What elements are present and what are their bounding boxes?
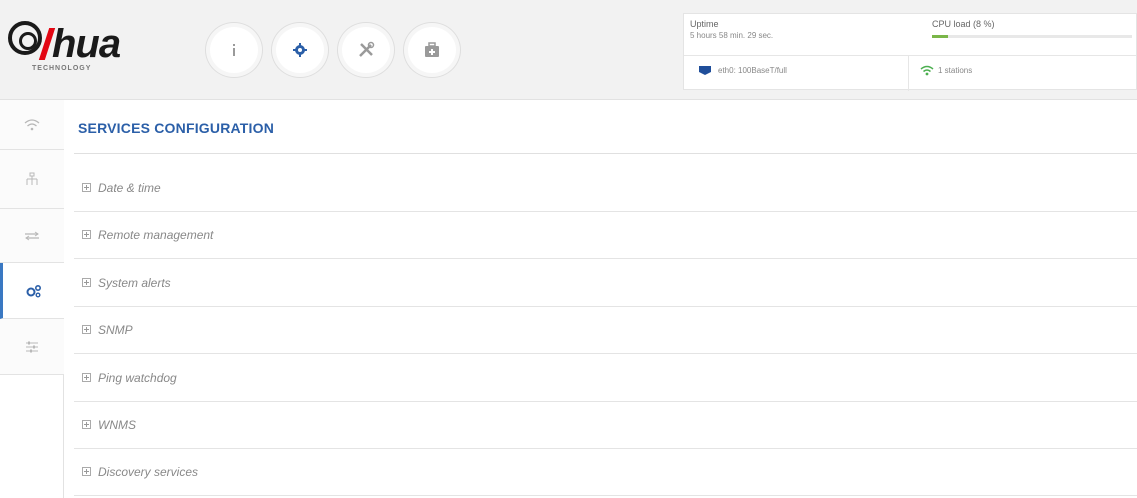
cpu-load-bar (932, 35, 1132, 38)
brand-logo[interactable]: hua TECHNOLOGY (8, 20, 148, 80)
gear-icon (293, 43, 307, 57)
page-title: SERVICES CONFIGURATION (78, 120, 275, 136)
wireless-status: 1 stations (920, 65, 972, 76)
uptime-block: Uptime 5 hours 58 min. 29 sec. (690, 19, 773, 40)
section-ping-watchdog[interactable]: Ping watchdog (74, 354, 1137, 402)
status-vertical-divider (908, 55, 909, 91)
title-divider (74, 153, 1137, 154)
routing-icon (25, 231, 39, 240)
logo-subtitle: TECHNOLOGY (32, 65, 92, 72)
section-wnms[interactable]: WNMS (74, 401, 1137, 449)
section-label: Discovery services (98, 464, 199, 479)
expand-icon (82, 467, 91, 476)
expand-icon (82, 183, 91, 192)
expand-icon (82, 230, 91, 239)
logo-wordmark: hua (8, 20, 121, 68)
tools-icon (359, 41, 375, 57)
section-system-alerts[interactable]: System alerts (74, 259, 1137, 307)
wifi-icon (920, 65, 934, 76)
section-remote-management[interactable]: Remote management (74, 211, 1137, 259)
section-label: Ping watchdog (98, 370, 177, 385)
uptime-label: Uptime (690, 19, 719, 29)
section-label: SNMP (98, 322, 133, 337)
cpu-load-bar-fill (932, 35, 948, 38)
info-nav-button[interactable] (205, 22, 263, 78)
status-panel: Uptime 5 hours 58 min. 29 sec. CPU load … (683, 13, 1137, 91)
main-content: SERVICES CONFIGURATION Date & time Remot… (64, 100, 1137, 498)
tools-nav-button[interactable] (337, 22, 395, 78)
section-label: Date & time (98, 180, 161, 195)
section-label: Remote management (98, 227, 214, 242)
toolbox-icon (425, 42, 439, 57)
expand-icon (82, 325, 91, 334)
section-snmp[interactable]: SNMP (74, 306, 1137, 354)
section-label: System alerts (98, 275, 171, 290)
system-icon (26, 341, 38, 352)
ethernet-status: eth0: 100BaseT/full (698, 65, 787, 76)
main-nav (205, 22, 461, 78)
network-icon (26, 172, 38, 185)
top-header: hua TECHNOLOGY Uptime 5 hours 58 min. 29… (0, 0, 1137, 100)
section-label: WNMS (98, 417, 136, 432)
sidebar-item-services[interactable] (0, 263, 64, 319)
info-icon (233, 44, 235, 56)
left-sidebar (0, 100, 64, 498)
expand-icon (82, 420, 91, 429)
ethernet-icon (699, 66, 711, 75)
services-icon (26, 284, 41, 297)
cpu-block: CPU load (8 %) (932, 19, 1132, 38)
sidebar-item-wireless[interactable] (0, 100, 64, 150)
expand-icon (82, 278, 91, 287)
sidebar-item-routing[interactable] (0, 209, 64, 263)
section-date-time[interactable]: Date & time (74, 164, 1137, 212)
cpu-load-label: CPU load (8 %) (932, 19, 995, 29)
section-discovery-services[interactable]: Discovery services (74, 448, 1137, 496)
sidebar-item-system[interactable] (0, 319, 64, 375)
uptime-value: 5 hours 58 min. 29 sec. (690, 31, 774, 40)
services-nav-button[interactable] (271, 22, 329, 78)
sidebar-item-network[interactable] (0, 150, 64, 209)
toolbox-nav-button[interactable] (403, 22, 461, 78)
wireless-status-text: 1 stations (938, 66, 973, 75)
wifi-icon (24, 118, 40, 130)
status-divider (684, 55, 1136, 56)
expand-icon (82, 373, 91, 382)
ethernet-status-text: eth0: 100BaseT/full (718, 66, 787, 75)
